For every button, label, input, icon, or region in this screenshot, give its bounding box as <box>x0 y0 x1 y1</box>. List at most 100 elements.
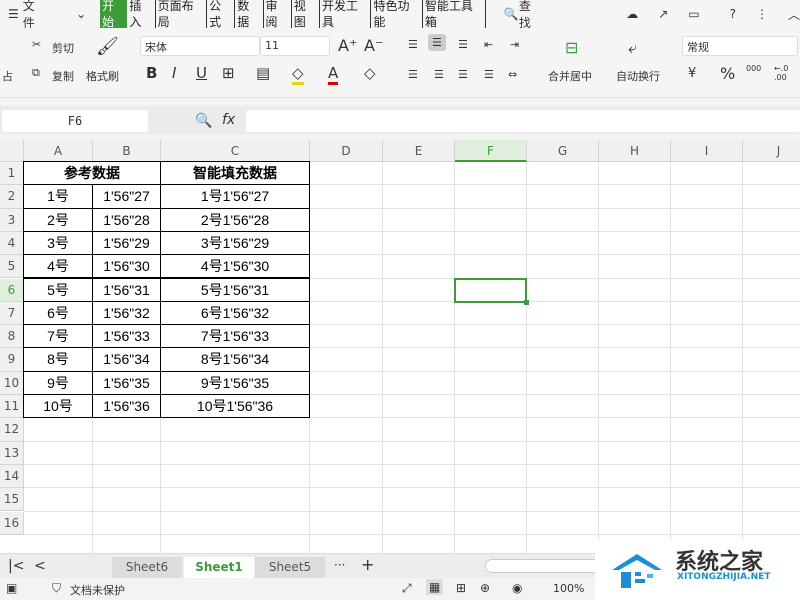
macro-icon[interactable]: ▣ <box>6 581 17 595</box>
row-header-5[interactable]: 5 <box>0 255 24 279</box>
align-left-icon[interactable]: ☰ <box>408 68 418 81</box>
cell[interactable]: 1号 <box>23 184 93 209</box>
cell[interactable]: 1'56"34 <box>92 347 161 372</box>
font-color-icon[interactable]: A <box>328 64 339 85</box>
cell[interactable]: 1'56"27 <box>92 184 161 209</box>
cell[interactable]: 7号1'56"33 <box>160 324 310 349</box>
fill-color-icon[interactable]: ◇ <box>292 64 304 85</box>
underline-button[interactable]: U <box>196 64 207 82</box>
help-icon[interactable]: ? <box>730 7 736 21</box>
cell[interactable]: 9号1'56"35 <box>160 370 310 395</box>
wrap-text-icon[interactable]: ⤶ <box>628 38 637 58</box>
number-format-select[interactable]: 常规 <box>682 36 798 56</box>
cell[interactable]: 3号 <box>23 230 93 256</box>
quick-access-dropdown-icon[interactable]: ⌄ <box>76 7 86 21</box>
cell[interactable]: 10号 <box>23 394 93 419</box>
tab-0[interactable]: 开始 <box>100 0 128 30</box>
fullscreen-icon[interactable]: ⤢ <box>402 581 412 596</box>
column-header-D[interactable]: D <box>310 140 383 162</box>
tab-3[interactable]: 公式 <box>207 0 236 30</box>
border-icon[interactable]: ⊞ <box>222 64 235 82</box>
align-bottom-icon[interactable]: ☰ <box>458 38 468 51</box>
tab-2[interactable]: 页面布局 <box>156 0 208 30</box>
tab-6[interactable]: 视图 <box>292 0 320 30</box>
cell[interactable]: 1'56"29 <box>92 230 161 256</box>
cell[interactable]: 参考数据 <box>23 161 161 186</box>
column-header-I[interactable]: I <box>671 140 743 162</box>
more-icon[interactable]: ⋮ <box>756 7 768 21</box>
collapse-ribbon-icon[interactable]: ︿ <box>788 6 800 23</box>
cell[interactable]: 2号 <box>23 207 93 232</box>
cut-button[interactable]: 剪切 <box>52 40 74 56</box>
horizontal-scrollbar[interactable] <box>485 559 605 573</box>
cell[interactable]: 1'56"32 <box>92 300 161 326</box>
align-right-icon[interactable]: ☰ <box>458 68 468 81</box>
tab-1[interactable]: 插入 <box>127 0 156 30</box>
cell[interactable]: 10号1'56"36 <box>160 394 310 419</box>
align-middle-icon[interactable]: ☰ <box>428 34 446 51</box>
italic-button[interactable]: I <box>172 64 176 82</box>
cell[interactable]: 1号1'56"27 <box>160 184 310 209</box>
merge-center-button[interactable]: 合并居中 <box>548 68 592 84</box>
cell[interactable]: 5号 <box>23 277 93 302</box>
bold-button[interactable]: B <box>146 64 157 82</box>
format-painter-button[interactable]: 格式刷 <box>86 68 119 84</box>
row-header-11[interactable]: 11 <box>0 395 24 419</box>
spreadsheet-grid[interactable]: A B C D E F G H I J 1 2 3 4 5 6 7 8 9 10 11 12 13 14 15 16 参考数据 智能填… <box>0 140 800 553</box>
cell[interactable]: 1'56"28 <box>92 207 161 232</box>
formula-input[interactable] <box>246 110 800 132</box>
sheet-tab-Sheet5[interactable]: Sheet5 <box>255 557 325 578</box>
decimal-button[interactable]: ←.0 .00 <box>774 64 796 82</box>
cell[interactable]: 3号1'56"29 <box>160 230 310 256</box>
share-icon[interactable]: ↗ <box>658 7 668 21</box>
cell[interactable]: 1'56"33 <box>92 324 161 349</box>
column-header-B[interactable]: B <box>93 140 161 162</box>
search-button[interactable]: 查找 <box>519 0 542 31</box>
format-painter-icon[interactable]: 🖌 <box>96 36 119 57</box>
template-icon[interactable]: ▭ <box>688 7 699 21</box>
align-center-icon[interactable]: ☰ <box>434 68 444 81</box>
normal-view-icon[interactable]: ▦ <box>426 579 444 595</box>
page-break-icon[interactable]: ⊞ <box>456 581 466 595</box>
percent-button[interactable]: % <box>720 64 735 83</box>
row-header-8[interactable]: 8 <box>0 325 24 349</box>
wrap-text-button[interactable]: 自动换行 <box>616 68 660 84</box>
tab-5[interactable]: 审阅 <box>264 0 292 30</box>
copy-icon[interactable]: ⧉ <box>32 66 40 80</box>
cell[interactable]: 1'56"35 <box>92 370 161 395</box>
increase-font-icon[interactable]: A⁺ <box>338 36 357 55</box>
hamburger-icon[interactable]: ☰ <box>8 7 19 21</box>
name-box[interactable]: F6 <box>2 110 148 132</box>
increase-indent-icon[interactable]: ⇥ <box>510 38 519 51</box>
first-sheet-icon[interactable]: |< <box>8 558 24 574</box>
search-icon[interactable]: 🔍 <box>504 7 519 21</box>
protection-status[interactable]: 文档未保护 <box>70 582 125 598</box>
cell[interactable]: 7号 <box>23 324 93 349</box>
decrease-font-icon[interactable]: A⁻ <box>364 36 383 55</box>
cell[interactable]: 5号1'56"31 <box>160 277 310 302</box>
eraser-icon[interactable]: ◇ <box>364 64 376 82</box>
zoom-formula-icon[interactable]: 🔍 <box>195 113 212 129</box>
column-header-F[interactable]: F <box>455 140 527 162</box>
cell[interactable]: 8号1'56"34 <box>160 347 310 372</box>
row-header-15[interactable]: 15 <box>0 488 24 512</box>
cell-style-icon[interactable]: ▤ <box>256 64 270 82</box>
more-sheets-button[interactable]: ··· <box>334 558 345 572</box>
cut-icon[interactable]: ✂ <box>32 38 41 51</box>
distribute-icon[interactable]: ⇔ <box>508 68 517 81</box>
currency-button[interactable]: ¥ <box>688 66 696 81</box>
row-header-7[interactable]: 7 <box>0 301 24 326</box>
prev-sheet-icon[interactable]: < <box>34 558 46 574</box>
row-header-2[interactable]: 2 <box>0 185 24 209</box>
merge-center-icon[interactable]: ⊟ <box>565 38 578 57</box>
row-header-6[interactable]: 6 <box>0 278 24 302</box>
column-header-C[interactable]: C <box>161 140 310 162</box>
font-size-select[interactable]: 11 <box>260 36 330 56</box>
add-sheet-button[interactable]: + <box>361 555 374 574</box>
column-header-J[interactable]: J <box>743 140 800 162</box>
tab-8[interactable]: 特色功能 <box>371 0 423 30</box>
cell[interactable]: 2号1'56"28 <box>160 207 310 232</box>
cell[interactable]: 6号1'56"32 <box>160 300 310 326</box>
row-header-10[interactable]: 10 <box>0 371 24 395</box>
thousands-button[interactable]: 000 <box>746 64 761 73</box>
